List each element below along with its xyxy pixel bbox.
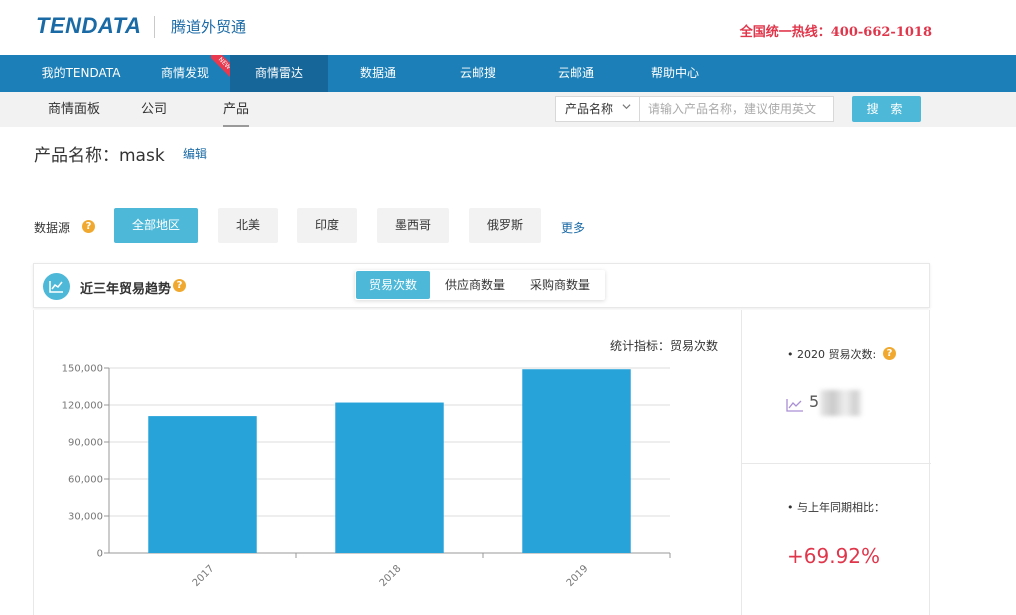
bar <box>335 402 444 553</box>
stats-panel: • 2020 贸易次数: ? 5 • 与上年同期相比： +69.92% <box>741 310 931 615</box>
hotline-number: 400-662-1018 <box>830 25 932 40</box>
hotline-label: 全国统一热线： <box>739 25 831 40</box>
logo-divider <box>154 16 155 38</box>
question-icon[interactable]: ? <box>173 279 186 292</box>
bar <box>522 369 631 553</box>
y-tick-label: 60,000 <box>68 475 103 486</box>
brand-name: 腾道外贸通 <box>171 18 247 36</box>
yoy-label: • 与上年同期相比： <box>787 501 885 514</box>
x-tick-label: 2018 <box>378 563 404 589</box>
y-tick-label: 120,000 <box>62 401 103 412</box>
tab-company[interactable]: 公司 <box>141 92 167 127</box>
data-source-label: 数据源 <box>34 221 71 235</box>
region-russia[interactable]: 俄罗斯 <box>469 208 541 243</box>
search-type-value: 产品名称 <box>565 102 614 116</box>
tab-buyer-count[interactable]: 采购商数量 <box>519 271 601 299</box>
tab-dashboard[interactable]: 商情面板 <box>48 92 100 127</box>
y-tick-label: 90,000 <box>68 438 103 449</box>
site-header: TENDATA 腾道外贸通 全国统一热线：400-662-1018 <box>0 0 1016 55</box>
search-box: 产品名称 <box>555 96 834 122</box>
x-tick-label: 2017 <box>191 563 217 589</box>
nav-item-datatong[interactable]: 数据通 <box>334 55 422 92</box>
year-trades-label: • 2020 贸易次数: <box>787 348 877 361</box>
tab-product[interactable]: 产品 <box>223 92 250 127</box>
region-all[interactable]: 全部地区 <box>114 208 198 243</box>
chevron-down-icon <box>622 97 631 121</box>
search-button[interactable]: 搜 索 <box>852 96 921 122</box>
region-india[interactable]: 印度 <box>297 208 357 243</box>
chart-panel: 统计指标：贸易次数 0 30,000 60,000 90,000 120,000 150,… <box>33 310 741 615</box>
bar-chart: 0 30,000 60,000 90,000 120,000 150,000 2017 201… <box>62 364 671 589</box>
line-chart-icon <box>43 273 70 300</box>
logo[interactable]: TENDATA <box>36 13 141 39</box>
tab-trade-count[interactable]: 贸易次数 <box>356 271 430 299</box>
tab-supplier-count[interactable]: 供应商数量 <box>435 271 515 299</box>
stats-divider <box>742 463 931 464</box>
redacted-value <box>820 390 862 416</box>
metric-tabs: 贸易次数 供应商数量 采购商数量 <box>355 270 605 300</box>
sub-nav: 商情面板 公司 产品 产品名称 搜 索 <box>0 92 1016 127</box>
y-tick-label: 0 <box>97 549 103 560</box>
bar <box>148 416 257 553</box>
question-icon[interactable]: ? <box>883 347 896 360</box>
page-title: 产品名称：mask <box>34 146 165 166</box>
main-nav: 我的TENDATA 商情发现 NEW 商情雷达 数据通 云邮搜 云邮通 帮助中心 <box>0 55 1016 92</box>
y-tick-label: 30,000 <box>68 512 103 523</box>
hotline: 全国统一热线：400-662-1018 <box>740 21 932 40</box>
nav-item-yunyousou[interactable]: 云邮搜 <box>434 55 522 92</box>
trend-title: 近三年贸易趋势 <box>80 282 172 297</box>
nav-item-yunyoutong[interactable]: 云邮通 <box>532 55 620 92</box>
nav-item-help-center[interactable]: 帮助中心 <box>631 55 719 92</box>
nav-item-discovery[interactable]: 商情发现 NEW <box>140 55 233 92</box>
y-tick-label: 150,000 <box>62 364 103 375</box>
nav-item-label: 商情发现 <box>160 66 209 80</box>
nav-item-my-tendata[interactable]: 我的TENDATA <box>28 55 134 92</box>
nav-item-radar[interactable]: 商情雷达 <box>230 55 328 92</box>
x-tick-label: 2019 <box>565 563 591 589</box>
more-regions-link[interactable]: 更多 <box>561 219 585 236</box>
region-mexico[interactable]: 墨西哥 <box>377 208 449 243</box>
search-input[interactable] <box>648 97 832 121</box>
question-icon[interactable]: ? <box>82 220 95 233</box>
year-trades-value: 5 <box>809 392 820 411</box>
page: TENDATA 腾道外贸通 全国统一热线：400-662-1018 我的TEND… <box>0 0 1016 615</box>
trend-header: 近三年贸易趋势 ? 贸易次数 供应商数量 采购商数量 <box>33 263 930 308</box>
region-north-america[interactable]: 北美 <box>218 208 278 243</box>
search-type-select[interactable]: 产品名称 <box>556 97 640 121</box>
edit-link[interactable]: 编辑 <box>183 145 207 162</box>
yoy-value: +69.92% <box>787 544 881 568</box>
trend-line-icon <box>786 397 804 412</box>
